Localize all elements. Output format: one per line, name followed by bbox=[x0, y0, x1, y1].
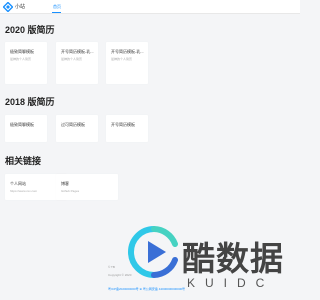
card-subtitle: 最神的个人简历 bbox=[61, 57, 83, 61]
link-card-blog[interactable]: 博客 Github Pages bbox=[56, 174, 118, 200]
nav-item-home[interactable]: 首页 bbox=[53, 3, 61, 11]
top-navigation-bar: 小站 首页 bbox=[0, 0, 300, 14]
card-title: 开号简历模板-乳... bbox=[111, 49, 144, 54]
resume-card[interactable]: 开号简历模板 bbox=[106, 115, 148, 142]
card-subtitle: 最神的个人简历 bbox=[111, 57, 133, 61]
card-subtitle: Github Pages bbox=[61, 189, 80, 193]
card-title: 过可简历模板 bbox=[61, 122, 85, 127]
card-title: 极致简聊模板 bbox=[10, 49, 34, 54]
card-title: 极致简聊模板 bbox=[10, 122, 34, 127]
footer-author: © TB bbox=[108, 265, 115, 269]
card-title: 博客 bbox=[61, 181, 69, 186]
watermark-brand: 酷数据 bbox=[182, 239, 284, 278]
card-title: 开号简历模板 bbox=[111, 122, 135, 127]
resume-card[interactable]: 极致简聊模板 bbox=[5, 115, 47, 142]
resume-card[interactable]: 过可简历模板 bbox=[56, 115, 98, 142]
active-nav-indicator bbox=[52, 12, 61, 13]
app-logo-icon[interactable] bbox=[3, 2, 13, 12]
section-title-resume-2020: 2020 版简历 bbox=[5, 25, 55, 35]
watermark-brand-en: KUIDC bbox=[187, 276, 275, 290]
play-logo-icon bbox=[128, 226, 178, 278]
resume-card[interactable]: 开号简历模板-乳... 最神的个人简历 bbox=[56, 42, 98, 84]
card-title: 开号简历模板-乳... bbox=[61, 49, 94, 54]
section-title-resume-2018: 2018 版简历 bbox=[5, 97, 55, 107]
watermark: 酷数据 KUIDC bbox=[128, 226, 300, 300]
app-title[interactable]: 小站 bbox=[15, 3, 25, 11]
card-subtitle: 最神的个人简历 bbox=[10, 57, 32, 61]
card-subtitle: https://www.xxx.com bbox=[10, 189, 38, 193]
resume-card[interactable]: 开号简历模板-乳... 最神的个人简历 bbox=[106, 42, 148, 84]
resume-card[interactable]: 极致简聊模板 最神的个人简历 bbox=[5, 42, 47, 84]
section-title-related-links: 相关链接 bbox=[5, 156, 42, 166]
